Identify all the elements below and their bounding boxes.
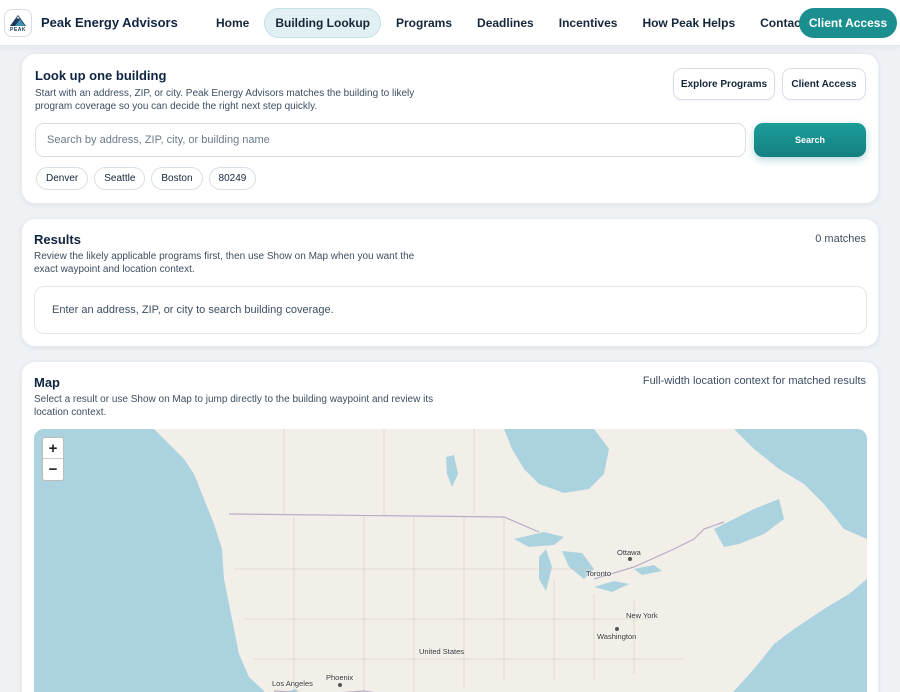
brand-logo[interactable]: PEAK [4,9,32,37]
map-label-phoenix: Phoenix [326,673,354,682]
map-dot-ottawa [628,557,632,561]
main-nav: Home Building Lookup Programs Deadlines … [206,8,820,38]
map-label-ottawa: Ottawa [617,548,641,557]
map-label-los-angeles: Los Angeles [272,679,313,688]
map-title: Map [34,375,60,390]
results-empty-state: Enter an address, ZIP, or city to search… [34,286,867,334]
client-access-button[interactable]: Client Access [799,8,897,38]
map-label-united-states: United States [419,647,465,656]
map-description: Select a result or use Show on Map to ju… [34,394,434,418]
lookup-description: Start with an address, ZIP, or city. Pea… [35,88,415,112]
top-navigation-bar: PEAK Peak Energy Advisors Home Building … [0,0,900,46]
quick-search-chips: Denver Seattle Boston 80249 [36,167,262,190]
chip-boston[interactable]: Boston [151,167,203,190]
nav-incentives[interactable]: Incentives [549,8,628,38]
map-dot-washington [615,627,619,631]
brand-name[interactable]: Peak Energy Advisors [41,15,178,30]
map-view[interactable]: + − Ottawa Toronto New York Washington U… [34,429,867,692]
mountain-logo-icon [10,15,26,26]
lookup-title: Look up one building [35,68,167,83]
map-label-toronto: Toronto [586,569,612,578]
results-title: Results [34,232,81,247]
building-search-input[interactable] [35,123,746,157]
match-count: 0 matches [815,233,866,245]
zoom-out-button[interactable]: − [43,459,63,480]
nav-how-peak-helps[interactable]: How Peak Helps [632,8,745,38]
nav-building-lookup[interactable]: Building Lookup [264,8,381,38]
chip-denver[interactable]: Denver [36,167,89,190]
logo-wordmark: PEAK [10,27,26,33]
map-label-new-york: New York [626,611,658,620]
results-card: Results Review the likely applicable pro… [21,218,879,347]
lookup-client-access-button[interactable]: Client Access [782,68,866,100]
zoom-in-button[interactable]: + [43,438,63,459]
map-card: Map Select a result or use Show on Map t… [21,361,879,692]
search-button[interactable]: Search [754,123,866,157]
empty-state-message: Enter an address, ZIP, or city to search… [52,304,334,316]
map-dot-phoenix [338,683,342,687]
results-description: Review the likely applicable programs fi… [34,251,415,275]
chip-seattle[interactable]: Seattle [94,167,146,190]
map-zoom-control: + − [42,437,64,481]
building-lookup-card: Look up one building Start with an addre… [21,53,879,204]
nav-home[interactable]: Home [206,8,259,38]
chip-80249[interactable]: 80249 [208,167,257,190]
map-context-label: Full-width location context for matched … [642,375,866,387]
nav-programs[interactable]: Programs [386,8,462,38]
explore-programs-button[interactable]: Explore Programs [673,68,775,100]
nav-deadlines[interactable]: Deadlines [467,8,544,38]
map-label-washington: Washington [597,632,637,641]
